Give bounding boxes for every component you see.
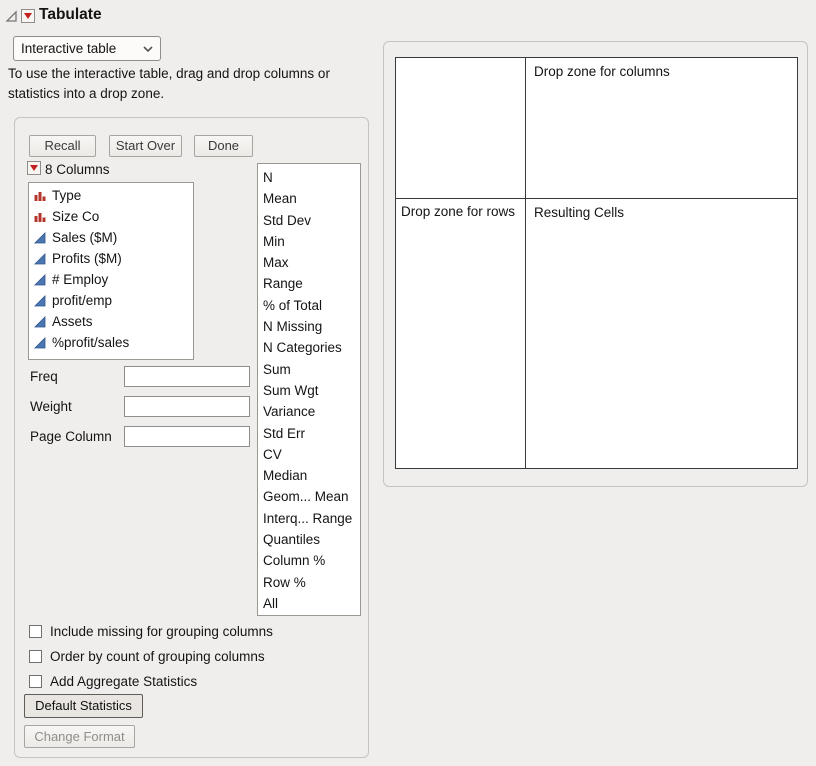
- statistic-option[interactable]: Row %: [258, 572, 360, 593]
- column-list-item[interactable]: Profits ($M): [29, 248, 193, 269]
- instructions-text: To use the interactive table, drag and d…: [8, 64, 378, 104]
- continuous-column-icon: [34, 274, 46, 286]
- page-column-label: Page Column: [30, 429, 112, 444]
- statistic-option[interactable]: All: [258, 593, 360, 614]
- column-name: Profits ($M): [52, 251, 122, 266]
- column-list-item[interactable]: Assets: [29, 311, 193, 332]
- freq-label: Freq: [30, 369, 58, 384]
- column-name: Assets: [52, 314, 93, 329]
- instructions-line2: statistics into a drop zone.: [8, 84, 378, 104]
- statistic-option[interactable]: Std Dev: [258, 210, 360, 231]
- statistic-option[interactable]: Sum Wgt: [258, 380, 360, 401]
- statistic-option[interactable]: CV: [258, 444, 360, 465]
- statistic-option[interactable]: Range: [258, 273, 360, 294]
- add-aggregate-label: Add Aggregate Statistics: [50, 674, 197, 689]
- column-list-item[interactable]: Size Co: [29, 206, 193, 227]
- statistic-option[interactable]: Column %: [258, 550, 360, 571]
- statistic-option[interactable]: Max: [258, 252, 360, 273]
- start-over-button[interactable]: Start Over: [109, 135, 182, 157]
- recall-button[interactable]: Recall: [29, 135, 96, 157]
- statistic-option[interactable]: Mean: [258, 188, 360, 209]
- freq-input[interactable]: [124, 366, 250, 387]
- default-statistics-button[interactable]: Default Statistics: [24, 694, 143, 718]
- order-by-count-checkbox-row: Order by count of grouping columns: [29, 647, 265, 665]
- weight-input[interactable]: [124, 396, 250, 417]
- statistic-option[interactable]: Sum: [258, 359, 360, 380]
- statistic-option[interactable]: Geom... Mean: [258, 486, 360, 507]
- statistics-list: N Mean Std Dev Min Max Range % of Total …: [257, 163, 361, 616]
- column-list-item[interactable]: Type: [29, 185, 193, 206]
- column-name: Sales ($M): [52, 230, 117, 245]
- statistic-option[interactable]: Variance: [258, 401, 360, 422]
- corner-cell[interactable]: [396, 58, 526, 199]
- nominal-column-icon: [34, 211, 46, 223]
- statistic-option[interactable]: % of Total: [258, 295, 360, 316]
- drop-zone-table: Drop zone for columns Drop zone for rows…: [395, 57, 798, 469]
- column-list-item[interactable]: Sales ($M): [29, 227, 193, 248]
- column-name: Type: [52, 188, 81, 203]
- statistic-option[interactable]: Interq... Range: [258, 508, 360, 529]
- add-aggregate-checkbox-row: Add Aggregate Statistics: [29, 672, 197, 690]
- column-name: # Employ: [52, 272, 108, 287]
- add-aggregate-checkbox[interactable]: [29, 675, 42, 688]
- continuous-column-icon: [34, 316, 46, 328]
- instructions-line1: To use the interactive table, drag and d…: [8, 64, 378, 84]
- statistic-option[interactable]: N: [258, 167, 360, 188]
- table-type-value: Interactive table: [21, 41, 116, 56]
- done-button[interactable]: Done: [194, 135, 253, 157]
- continuous-column-icon: [34, 337, 46, 349]
- columns-header: 8 Columns: [45, 162, 110, 177]
- nominal-column-icon: [34, 190, 46, 202]
- columns-list: Type Size Co Sales ($M) Profits ($M) # E…: [28, 182, 194, 360]
- resulting-cells-zone[interactable]: Resulting Cells: [526, 199, 797, 468]
- page-title: Tabulate: [39, 6, 102, 24]
- drop-zone-columns[interactable]: Drop zone for columns: [526, 58, 797, 199]
- order-by-count-checkbox[interactable]: [29, 650, 42, 663]
- continuous-column-icon: [34, 295, 46, 307]
- column-name: profit/emp: [52, 293, 112, 308]
- disclosure-triangle-icon[interactable]: [4, 9, 18, 23]
- order-by-count-label: Order by count of grouping columns: [50, 649, 265, 664]
- columns-red-triangle-menu-icon[interactable]: [27, 161, 41, 175]
- page-column-input[interactable]: [124, 426, 250, 447]
- table-type-dropdown[interactable]: Interactive table: [13, 36, 161, 61]
- column-list-item[interactable]: %profit/sales: [29, 332, 193, 353]
- column-name: Size Co: [52, 209, 99, 224]
- change-format-button[interactable]: Change Format: [24, 725, 135, 748]
- statistic-option[interactable]: Min: [258, 231, 360, 252]
- statistic-option[interactable]: N Missing: [258, 316, 360, 337]
- statistic-option[interactable]: Median: [258, 465, 360, 486]
- drop-zone-rows[interactable]: Drop zone for rows: [396, 199, 526, 468]
- include-missing-checkbox-row: Include missing for grouping columns: [29, 622, 273, 640]
- continuous-column-icon: [34, 253, 46, 265]
- column-name: %profit/sales: [52, 335, 129, 350]
- statistic-option[interactable]: N Categories: [258, 337, 360, 358]
- continuous-column-icon: [34, 232, 46, 244]
- column-list-item[interactable]: profit/emp: [29, 290, 193, 311]
- statistic-option[interactable]: Std Err: [258, 423, 360, 444]
- include-missing-label: Include missing for grouping columns: [50, 624, 273, 639]
- include-missing-checkbox[interactable]: [29, 625, 42, 638]
- weight-label: Weight: [30, 399, 72, 414]
- red-triangle-menu-icon[interactable]: [21, 9, 35, 23]
- column-list-item[interactable]: # Employ: [29, 269, 193, 290]
- statistic-option[interactable]: Quantiles: [258, 529, 360, 550]
- chevron-down-icon: [143, 41, 153, 56]
